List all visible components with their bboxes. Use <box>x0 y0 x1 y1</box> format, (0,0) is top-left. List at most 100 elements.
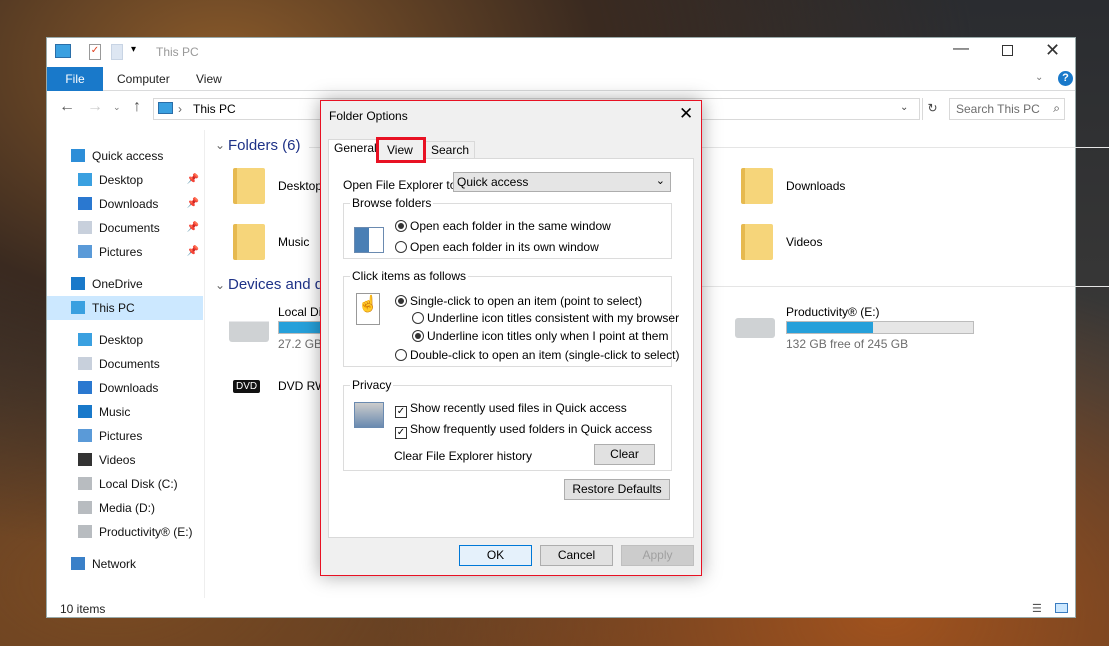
sidebar-item-label: Pictures <box>99 245 143 259</box>
sidebar-item-downloads[interactable]: Downloads 📌 <box>47 192 203 216</box>
properties-icon[interactable]: ✓ <box>89 44 101 60</box>
sidebar-item-music[interactable]: Music <box>47 400 203 424</box>
sidebar-item-productivity-e-[interactable]: Productivity® (E:) <box>47 520 203 544</box>
cancel-button[interactable]: Cancel <box>540 545 613 566</box>
large-icons-view-icon[interactable] <box>1055 603 1068 613</box>
sidebar-item-label: Videos <box>99 453 136 467</box>
sidebar-item-label: Music <box>99 405 131 419</box>
desktop-folder-icon <box>233 168 265 204</box>
new-folder-icon[interactable] <box>111 44 123 60</box>
tab-general[interactable]: General <box>328 139 383 159</box>
open-to-label: Open File Explorer to: <box>343 178 460 192</box>
radio-double-click[interactable]: Double-click to open an item (single-cli… <box>395 348 679 362</box>
group-label: Click items as follows <box>352 269 467 283</box>
address-dropdown-icon[interactable]: ⌄ <box>900 102 908 113</box>
network-icon <box>71 557 85 570</box>
sidebar-item-pictures[interactable]: Pictures <box>47 424 203 448</box>
option-label: Single-click to open an item (point to s… <box>410 294 643 308</box>
search-input[interactable]: Search This PC ⌕ <box>949 98 1065 120</box>
folder-label: Desktop <box>278 179 323 193</box>
drive-e[interactable]: Productivity® (E:) 132 GB free of 245 GB <box>735 304 1035 352</box>
clear-history-label: Clear File Explorer history <box>394 449 533 463</box>
sidebar-item-quick-access[interactable]: Quick access <box>47 144 203 168</box>
collapse-icon[interactable]: ⌄ <box>215 278 225 292</box>
sidebar-item-media-d-[interactable]: Media (D:) <box>47 496 203 520</box>
option-label: Show frequently used folders in Quick ac… <box>410 422 653 436</box>
help-icon[interactable]: ? <box>1058 71 1073 86</box>
customize-toolbar-icon[interactable]: ▾ <box>131 44 136 55</box>
up-button[interactable]: ↑ <box>133 98 141 116</box>
collapse-icon[interactable]: ⌄ <box>215 138 225 152</box>
option-label: Open each folder in the same window <box>410 219 611 233</box>
maximize-button[interactable] <box>1002 45 1013 56</box>
checkbox-frequent-folders[interactable]: ✓ Show frequently used folders in Quick a… <box>395 422 652 439</box>
minimize-button[interactable]: — <box>953 40 969 58</box>
sidebar-item-documents[interactable]: Documents 📌 <box>47 216 203 240</box>
sidebar-item-this-pc[interactable]: This PC <box>47 296 203 320</box>
folder-label: Videos <box>786 235 823 249</box>
sidebar-item-label: Productivity® (E:) <box>99 525 193 539</box>
checkbox-recent-files[interactable]: ✓ Show recently used files in Quick acces… <box>395 401 627 418</box>
drive-name: Productivity® (E:) <box>786 305 880 319</box>
tab-file[interactable]: File <box>47 67 103 91</box>
folder-label: Music <box>278 235 310 249</box>
tab-computer[interactable]: Computer <box>103 67 184 91</box>
breadcrumb-this-pc[interactable]: This PC <box>193 102 236 116</box>
breadcrumb-separator: › <box>178 102 182 116</box>
sidebar-item-downloads[interactable]: Downloads <box>47 376 203 400</box>
refresh-icon[interactable]: ↻ <box>922 98 942 120</box>
clear-button[interactable]: Clear <box>594 444 655 465</box>
sidebar-item-label: Downloads <box>99 381 159 395</box>
sidebar-item-pictures[interactable]: Pictures 📌 <box>47 240 203 264</box>
sidebar-item-label: Pictures <box>99 429 143 443</box>
ribbon-tabs: File Computer View ⌄ ? <box>47 67 1075 91</box>
radio-same-window[interactable]: Open each folder in the same window <box>395 219 611 233</box>
option-label: Double-click to open an item (single-cli… <box>410 348 680 362</box>
expand-ribbon-icon[interactable]: ⌄ <box>1035 72 1043 83</box>
download-icon <box>78 197 92 210</box>
item-count: 10 items <box>60 602 106 616</box>
sidebar-item-local-disk-c-[interactable]: Local Disk (C:) <box>47 472 203 496</box>
option-label: Underline icon titles only when I point … <box>427 329 669 343</box>
documents-icon <box>78 357 92 370</box>
tab-search[interactable]: Search <box>425 141 476 159</box>
sidebar-item-desktop[interactable]: Desktop <box>47 328 203 352</box>
browse-folders-group: Browse folders Open each folder in the s… <box>343 196 672 259</box>
sidebar-item-label: Documents <box>99 221 160 235</box>
tab-view[interactable]: View <box>376 137 426 163</box>
star-icon <box>71 149 85 162</box>
radio-underline-browser[interactable]: Underline icon titles consistent with my… <box>412 311 679 325</box>
dialog-close-button[interactable]: ✕ <box>679 104 693 124</box>
ok-button[interactable]: OK <box>459 545 532 566</box>
sidebar-item-desktop[interactable]: Desktop 📌 <box>47 168 203 192</box>
restore-defaults-button[interactable]: Restore Defaults <box>564 479 670 500</box>
recent-locations-icon[interactable]: ⌄ <box>113 102 121 113</box>
sidebar-item-network[interactable]: Network <box>47 552 203 576</box>
apply-button[interactable]: Apply <box>621 545 694 566</box>
window-title: This PC <box>156 45 199 59</box>
folder-options-dialog: Folder Options ✕ General View Search Ope… <box>320 100 702 576</box>
back-button[interactable]: ← <box>59 98 75 116</box>
sidebar-item-label: Documents <box>99 357 160 371</box>
radio-own-window[interactable]: Open each folder in its own window <box>395 240 599 254</box>
privacy-group: Privacy ✓ Show recently used files in Qui… <box>343 378 672 471</box>
forward-button[interactable]: → <box>87 98 103 116</box>
details-view-icon[interactable]: ☰ <box>1032 602 1042 615</box>
open-to-select[interactable]: Quick access ⌄ <box>453 172 671 192</box>
close-button[interactable]: ✕ <box>1045 40 1060 61</box>
radio-underline-point[interactable]: Underline icon titles only when I point … <box>412 329 668 343</box>
title-bar: ✓ ▾ This PC — ✕ <box>47 38 1075 67</box>
option-label: Open each folder in its own window <box>410 240 599 254</box>
pin-icon: 📌 <box>186 246 199 257</box>
sidebar-item-videos[interactable]: Videos <box>47 448 203 472</box>
option-label: Underline icon titles consistent with my… <box>427 311 680 325</box>
radio-single-click[interactable]: Single-click to open an item (point to s… <box>395 294 642 308</box>
sidebar-item-onedrive[interactable]: OneDrive <box>47 272 203 296</box>
sidebar-item-label: This PC <box>92 301 135 315</box>
sidebar-item-documents[interactable]: Documents <box>47 352 203 376</box>
tab-view[interactable]: View <box>182 67 236 91</box>
option-label: Show recently used files in Quick access <box>410 401 627 415</box>
downloads-folder-icon <box>741 168 773 204</box>
folders-group-header[interactable]: Folders (6) <box>228 137 1109 154</box>
open-to-value: Quick access <box>457 175 529 189</box>
